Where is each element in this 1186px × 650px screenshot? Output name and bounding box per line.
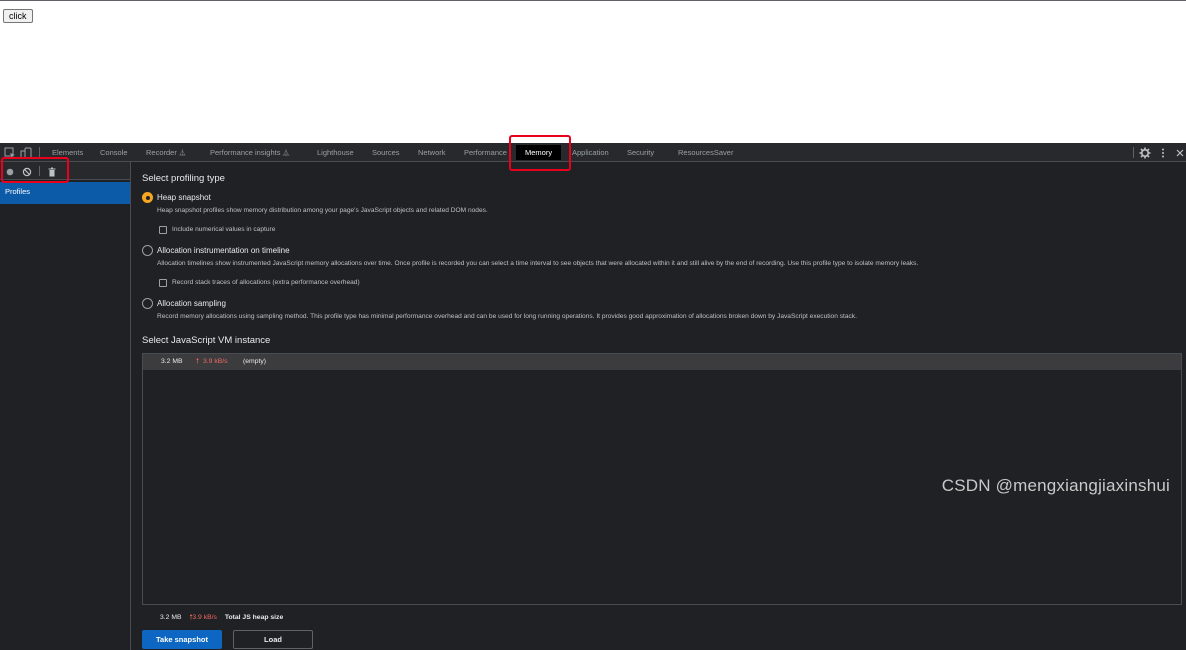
experiment-flask-icon: ⏅	[178, 150, 186, 157]
option-heap-snapshot-desc: Heap snapshot profiles show memory distr…	[157, 207, 488, 214]
tabbar-divider-right	[1133, 147, 1134, 158]
total-heap-label: Total JS heap size	[224, 614, 284, 621]
toolbar-divider	[39, 166, 40, 176]
checkbox-numerical-values-label: Include numerical values in capture	[172, 226, 276, 233]
devtools-panel: Elements Console Recorder ⏅ Performance i…	[0, 143, 1186, 650]
devtools-tabbar: Elements Console Recorder ⏅ Performance i…	[0, 143, 1186, 162]
tab-recorder[interactable]: Recorder ⏅	[146, 143, 186, 162]
vm-heap-size: 3.2 MB	[161, 358, 183, 365]
more-options-icon[interactable]	[1157, 146, 1169, 158]
checkbox-numerical-values[interactable]	[159, 226, 167, 234]
trash-icon[interactable]	[46, 165, 58, 177]
radio-allocation-sampling[interactable]	[142, 298, 153, 309]
tab-performance[interactable]: Performance	[464, 143, 507, 162]
watermark: CSDN @mengxiangjiaxinshui	[941, 476, 1170, 495]
tab-memory[interactable]: Memory	[516, 145, 562, 160]
vm-instance-name: (empty)	[243, 358, 267, 365]
option-allocation-sampling-title: Allocation sampling	[157, 299, 226, 308]
profiling-type-heading: Select profiling type	[142, 173, 225, 184]
load-button[interactable]: Load	[233, 630, 313, 649]
tab-lighthouse[interactable]: Lighthouse	[317, 143, 354, 162]
total-heap-size: 3.2 MB	[160, 614, 182, 621]
device-toolbar-icon[interactable]	[20, 146, 32, 159]
close-devtools-icon[interactable]	[1174, 146, 1186, 158]
tab-elements[interactable]: Elements	[52, 143, 83, 162]
take-snapshot-button[interactable]: Take snapshot	[142, 630, 222, 649]
option-allocation-timeline-desc: Allocation timelines show instrumented J…	[157, 260, 919, 267]
clear-all-icon[interactable]	[21, 165, 33, 177]
option-allocation-sampling-desc: Record memory allocations using sampling…	[157, 313, 857, 320]
tabbar-divider	[39, 147, 40, 158]
radio-heap-snapshot[interactable]	[142, 192, 153, 203]
inspect-element-icon[interactable]	[4, 146, 16, 158]
total-alloc-rate: 3.9 kB/s	[192, 614, 217, 621]
experiment-flask-icon: ⏅	[282, 150, 290, 157]
tab-performance-insights[interactable]: Performance insights ⏅	[210, 143, 289, 162]
page-viewport: click	[0, 0, 1186, 143]
tab-performance-insights-label: Performance insights	[210, 148, 281, 157]
tab-security[interactable]: Security	[627, 143, 654, 162]
tab-sources[interactable]: Sources	[372, 143, 400, 162]
vm-instance-heading: Select JavaScript VM instance	[142, 335, 271, 346]
tab-console[interactable]: Console	[100, 143, 128, 162]
up-arrow-icon: 🠕	[196, 358, 199, 365]
click-button[interactable]: click	[3, 9, 33, 23]
radio-allocation-timeline[interactable]	[142, 245, 153, 256]
vm-alloc-rate: 3.9 kB/s	[203, 358, 228, 365]
option-allocation-timeline-title: Allocation instrumentation on timeline	[157, 246, 290, 255]
option-heap-snapshot-title: Heap snapshot	[157, 193, 211, 202]
profiles-sidebar: Profiles	[0, 162, 131, 650]
record-icon[interactable]	[4, 165, 16, 177]
tab-network[interactable]: Network	[418, 143, 446, 162]
tab-recorder-label: Recorder	[146, 148, 177, 157]
profiles-toolbar	[0, 162, 130, 180]
tab-resourcessaver[interactable]: ResourcesSaver	[678, 143, 733, 162]
sidebar-item-profiles[interactable]: Profiles	[0, 182, 130, 204]
checkbox-stack-traces-label: Record stack traces of allocations (extr…	[172, 279, 360, 286]
vm-instance-row[interactable]: 3.2 MB 🠕 3.9 kB/s (empty)	[143, 354, 1181, 370]
settings-gear-icon[interactable]	[1139, 146, 1151, 159]
total-heap-summary: 3.2 MB 🠕3.9 kB/s Total JS heap size	[160, 613, 283, 624]
checkbox-stack-traces[interactable]	[159, 279, 167, 287]
tab-application[interactable]: Application	[572, 143, 609, 162]
memory-panel: Select profiling type Heap snapshot Heap…	[131, 162, 1186, 650]
